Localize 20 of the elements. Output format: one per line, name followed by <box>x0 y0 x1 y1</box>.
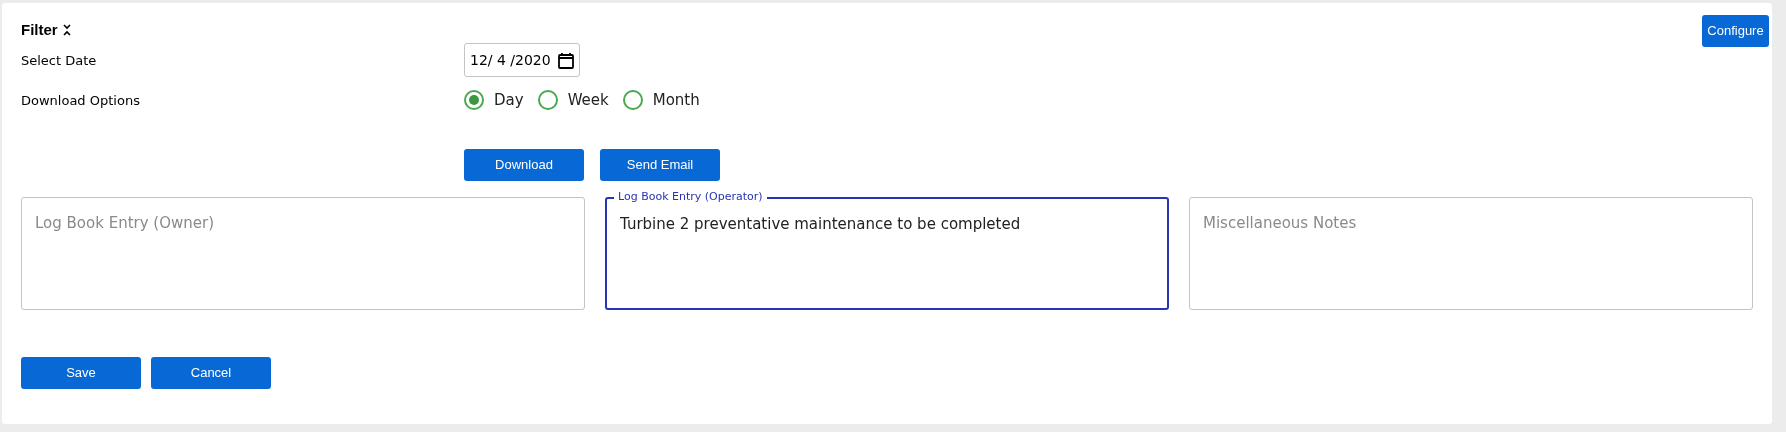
field-label: Download Options <box>21 92 141 110</box>
radio-icon[interactable] <box>464 90 484 111</box>
cancel-button[interactable]: Cancel <box>151 356 271 389</box>
date-field[interactable]: 12/ 4 /2020 <box>464 43 580 77</box>
filter-title: Filter <box>21 20 58 40</box>
notes-field[interactable]: Log Book Entry (Owner) <box>21 196 585 310</box>
field-label: Select Date <box>21 52 98 70</box>
notes-field[interactable]: Miscellaneous Notes <box>1189 196 1753 310</box>
configure-button[interactable]: Configure <box>1702 15 1769 47</box>
send-email-button[interactable]: Send Email <box>600 148 720 181</box>
collapse-icon[interactable] <box>61 23 72 38</box>
download-button[interactable]: Download <box>464 148 584 181</box>
radio-icon[interactable] <box>622 90 643 111</box>
save-button[interactable]: Save <box>21 356 141 389</box>
radio-option[interactable]: Day <box>464 89 524 112</box>
radio-option[interactable]: Week <box>537 89 609 112</box>
radio-icon[interactable] <box>537 90 558 111</box>
calendar-icon[interactable] <box>558 51 574 69</box>
radio-option[interactable]: Month <box>622 89 700 112</box>
field-label: Log Book Entry (Operator) <box>614 189 767 203</box>
